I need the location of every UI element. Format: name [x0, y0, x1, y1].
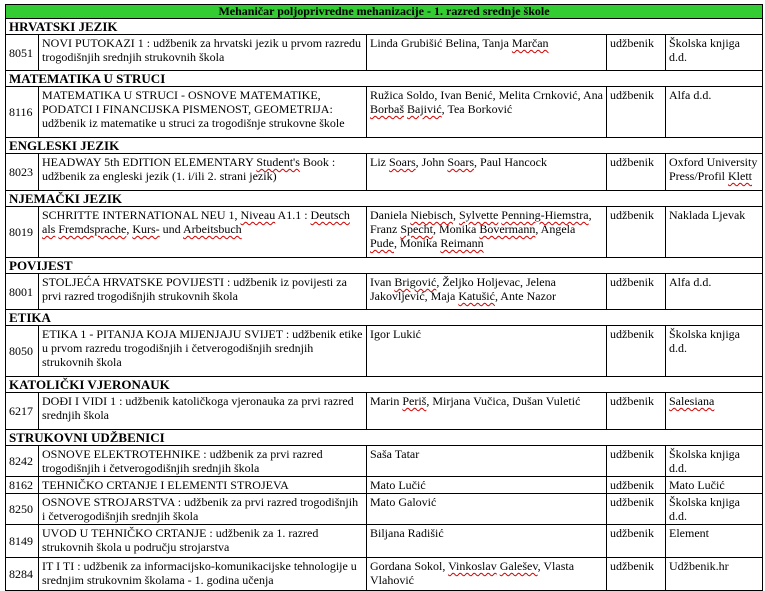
publisher: Mato Lučić: [664, 476, 764, 494]
book-title: ETIKA 1 - PITANJA KOJA MIJENJAJU SVIJET …: [38, 325, 367, 377]
catalog-code: 8162: [5, 476, 39, 494]
book-title: IT I TI : udžbenik za informacijsko-komu…: [38, 557, 367, 591]
table-row: 8284 IT I TI : udžbenik za informacijsko-…: [5, 557, 764, 591]
section-title: HRVATSKI JEZIK: [4, 18, 764, 35]
catalog-code: 8242: [5, 445, 39, 477]
document: Mehaničar poljoprivredne mehanizacije - …: [4, 4, 764, 591]
title-row: Mehaničar poljoprivredne mehanizacije - …: [4, 4, 764, 19]
book-title: MATEMATIKA U STRUCI - OSNOVE MATEMATIKE,…: [38, 86, 367, 138]
table-row: 8019 SCHRITTE INTERNATIONAL NEU 1, Niveau…: [5, 206, 764, 258]
publisher: Školska knjiga d.d.: [664, 493, 764, 525]
section-title: ENGLESKI JEZIK: [4, 137, 764, 154]
authors: Gordana Sokol, Vinkoslav Galešev, Vlasta…: [366, 557, 607, 591]
authors: Ivan Brigović, Željko Holjevac, Jelena J…: [366, 273, 607, 310]
material-type: udžbenik: [606, 273, 666, 310]
section-title: NJEMAČKI JEZIK: [4, 190, 764, 207]
section-header-row: POVIJEST: [4, 257, 764, 274]
textbook-table: Mehaničar poljoprivredne mehanizacije - …: [4, 4, 764, 591]
publisher: Naklada Ljevak: [664, 206, 764, 258]
material-type: udžbenik: [606, 445, 666, 477]
book-title: SCHRITTE INTERNATIONAL NEU 1, Niveau A1.…: [38, 206, 367, 258]
table-row: 8051 NOVI PUTOKAZI 1 : udžbenik za hrvats…: [5, 34, 764, 71]
section-header-row: HRVATSKI JEZIK: [4, 18, 764, 35]
catalog-code: 8284: [5, 557, 39, 591]
catalog-code: 8250: [5, 493, 39, 525]
authors: Mato Galović: [366, 493, 607, 525]
book-title: HEADWAY 5th EDITION ELEMENTARY Student's…: [38, 153, 367, 191]
table-row: 8001 STOLJEĆA HRVATSKE POVIJESTI : udžben…: [5, 273, 764, 310]
book-title: TEHNIČKO CRTANJE I ELEMENTI STROJEVA: [38, 476, 367, 494]
authors: Liz Soars, John Soars, Paul Hancock: [366, 153, 607, 191]
section-title: KATOLIČKI VJERONAUK: [4, 376, 764, 393]
book-title: STOLJEĆA HRVATSKE POVIJESTI : udžbenik i…: [38, 273, 367, 310]
catalog-code: 8116: [5, 86, 39, 138]
book-title: OSNOVE ELEKTROTEHNIKE : udžbenik za prvi…: [38, 445, 367, 477]
material-type: udžbenik: [606, 476, 666, 494]
authors: Daniela Niebisch, Sylvette Penning-Hiems…: [366, 206, 607, 258]
table-row: 8023 HEADWAY 5th EDITION ELEMENTARY Stude…: [5, 153, 764, 191]
material-type: udžbenik: [606, 86, 666, 138]
book-title: OSNOVE STROJARSTVA : udžbenik za prvi ra…: [38, 493, 367, 525]
table-row: 8050 ETIKA 1 - PITANJA KOJA MIJENJAJU SVI…: [5, 325, 764, 377]
section-header-row: STRUKOVNI UDŽBENICI: [4, 429, 764, 446]
book-title: UVOD U TEHNIČKO CRTANJE : udžbenik za 1.…: [38, 524, 367, 558]
catalog-code: 8019: [5, 206, 39, 258]
publisher: Salesiana: [664, 392, 764, 430]
material-type: udžbenik: [606, 153, 666, 191]
book-title: DOĐI I VIDI 1 : udžbenik katoličkoga vje…: [38, 392, 367, 430]
material-type: udžbenik: [606, 493, 666, 525]
catalog-code: 8051: [5, 34, 39, 71]
material-type: udžbenik: [606, 325, 666, 377]
section-header-row: KATOLIČKI VJERONAUK: [4, 376, 764, 393]
material-type: udžbenik: [606, 206, 666, 258]
catalog-code: 8149: [5, 524, 39, 558]
publisher: Školska knjiga d.d.: [664, 325, 764, 377]
publisher: Alfa d.d.: [664, 273, 764, 310]
publisher: Oxford University Press/Profil Klett: [664, 153, 764, 191]
section-title: MATEMATIKA U STRUCI: [4, 70, 764, 87]
authors: Marin Periš, Mirjana Vučica, Dušan Vulet…: [366, 392, 607, 430]
authors: Mato Lučić: [366, 476, 607, 494]
publisher: Alfa d.d.: [664, 86, 764, 138]
section-title: ETIKA: [4, 309, 764, 326]
section-header-row: NJEMAČKI JEZIK: [4, 190, 764, 207]
table-row: 6217 DOĐI I VIDI 1 : udžbenik katoličkoga…: [5, 392, 764, 430]
publisher: Element: [664, 524, 764, 558]
section-header-row: ENGLESKI JEZIK: [4, 137, 764, 154]
table-row: 8116 MATEMATIKA U STRUCI - OSNOVE MATEMAT…: [5, 86, 764, 138]
catalog-code: 6217: [5, 392, 39, 430]
book-title: NOVI PUTOKAZI 1 : udžbenik za hrvatski j…: [38, 34, 367, 71]
catalog-code: 8001: [5, 273, 39, 310]
section-header-row: ETIKA: [4, 309, 764, 326]
material-type: udžbenik: [606, 34, 666, 71]
catalog-code: 8023: [5, 153, 39, 191]
authors: Igor Lukić: [366, 325, 607, 377]
material-type: udžbenik: [606, 524, 666, 558]
table-row: 8162 TEHNIČKO CRTANJE I ELEMENTI STROJEVA…: [5, 476, 764, 494]
material-type: udžbenik: [606, 557, 666, 591]
publisher: Školska knjiga d.d.: [664, 445, 764, 477]
table-row: 8149 UVOD U TEHNIČKO CRTANJE : udžbenik z…: [5, 524, 764, 558]
table-title: Mehaničar poljoprivredne mehanizacije - …: [4, 4, 764, 19]
table-row: 8242 OSNOVE ELEKTROTEHNIKE : udžbenik za …: [5, 445, 764, 477]
authors: Linda Grubišić Belina, Tanja Marčan: [366, 34, 607, 71]
catalog-code: 8050: [5, 325, 39, 377]
publisher: Školska knjiga d.d.: [664, 34, 764, 71]
section-title: STRUKOVNI UDŽBENICI: [4, 429, 764, 446]
material-type: udžbenik: [606, 392, 666, 430]
section-title: POVIJEST: [4, 257, 764, 274]
authors: Biljana Radišić: [366, 524, 607, 558]
publisher: Udžbenik.hr: [664, 557, 764, 591]
table-row: 8250 OSNOVE STROJARSTVA : udžbenik za prv…: [5, 493, 764, 525]
section-header-row: MATEMATIKA U STRUCI: [4, 70, 764, 87]
authors: Ružica Soldo, Ivan Benić, Melita Crnkovi…: [366, 86, 607, 138]
authors: Saša Tatar: [366, 445, 607, 477]
